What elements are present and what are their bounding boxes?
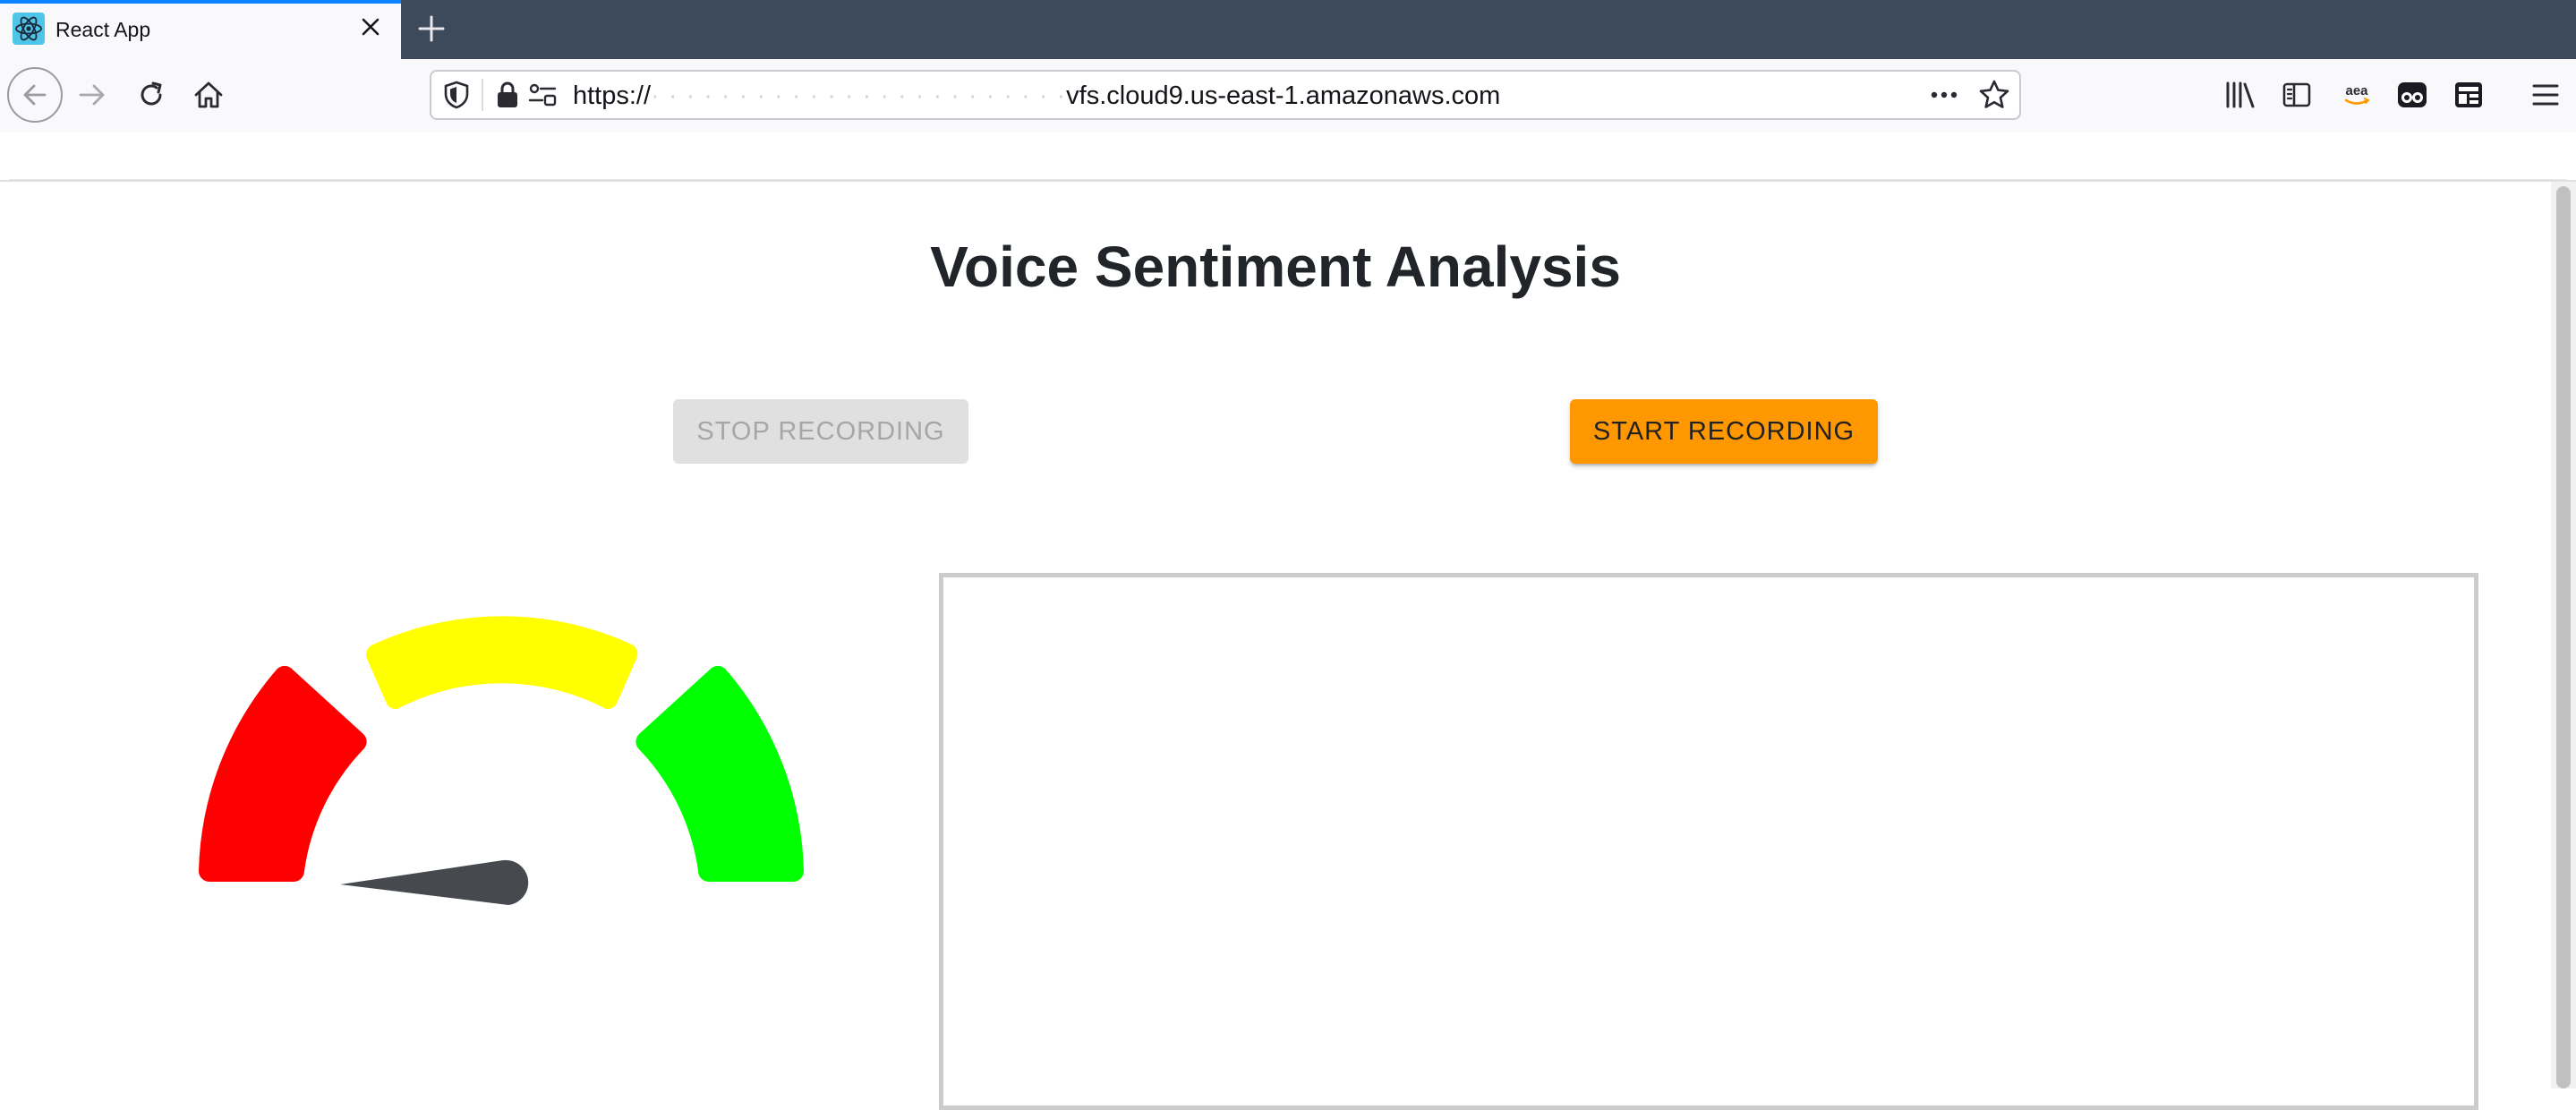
scrollbar-thumb[interactable] (2556, 186, 2571, 1089)
stop-recording-button[interactable]: STOP RECORDING (673, 399, 968, 464)
start-recording-button[interactable]: START RECORDING (1570, 399, 1878, 464)
page-title: Voice Sentiment Analysis (930, 235, 1621, 299)
url-text[interactable]: https://· · · · · · · · · · · · · · · · … (573, 80, 1500, 112)
bookmarks-toolbar (9, 132, 2567, 180)
home-icon[interactable] (192, 79, 225, 111)
new-tab-icon[interactable] (414, 11, 449, 47)
react-logo-icon (13, 13, 45, 45)
back-arrow-icon (23, 84, 47, 106)
forward-arrow-icon[interactable] (77, 80, 107, 110)
hamburger-menu-icon[interactable] (2529, 79, 2562, 111)
transcript-area (939, 573, 2478, 1110)
gauge-segment-neutral (366, 616, 638, 710)
back-button[interactable] (7, 67, 63, 123)
url-redacted: · · · · · · · · · · · · · · · · · · · · … (651, 81, 1067, 110)
gauge-needle (340, 859, 529, 905)
amazon-extension-label: aea (2345, 83, 2368, 98)
url-end: vfs.cloud9.us-east-1.amazonaws.com (1066, 81, 1501, 110)
star-icon[interactable] (1978, 79, 2010, 111)
library-icon[interactable] (2223, 79, 2257, 111)
tab-title: React App (55, 18, 151, 41)
permissions-icon[interactable] (528, 82, 557, 107)
shield-icon[interactable] (442, 80, 471, 110)
sidebar-icon[interactable] (2281, 79, 2313, 111)
reload-icon[interactable] (136, 80, 166, 110)
gauge-segment-positive (635, 665, 804, 882)
lock-icon[interactable] (494, 80, 521, 110)
extension-icon[interactable] (2395, 79, 2429, 111)
close-icon[interactable] (356, 13, 385, 41)
extension-icon[interactable] (2452, 79, 2485, 111)
amazon-icon[interactable]: aea (2338, 77, 2376, 113)
gauge-segment-negative (199, 665, 367, 882)
more-icon[interactable] (1926, 81, 1962, 109)
url-start: https:// (573, 81, 652, 110)
url-separator (482, 79, 483, 111)
sentiment-gauge (199, 616, 804, 905)
